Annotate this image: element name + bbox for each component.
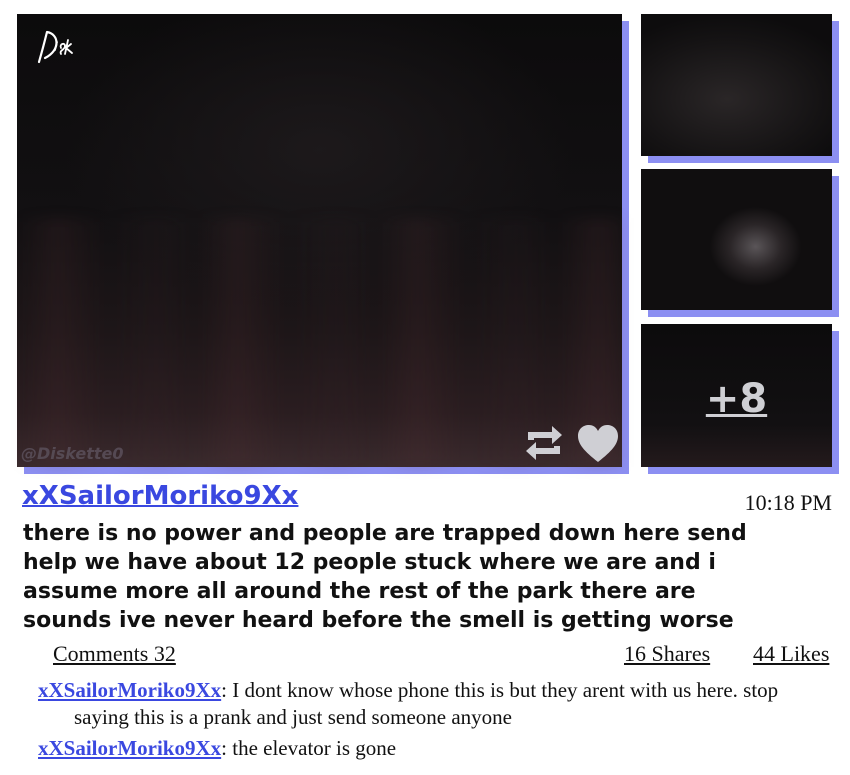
post-author-link[interactable]: xXSailorMoriko9Xx (22, 481, 298, 511)
thumbnail-more[interactable]: +8 (641, 324, 832, 467)
comment-text: the elevator is gone (232, 736, 397, 760)
thumbnail-1[interactable] (641, 14, 832, 156)
comments-link[interactable]: Comments 32 (53, 641, 176, 667)
heart-icon[interactable] (576, 424, 620, 464)
repost-icon[interactable] (522, 424, 566, 462)
more-photos-count[interactable]: +8 (641, 376, 832, 422)
shares-link[interactable]: 16 Shares (624, 641, 710, 667)
watermark: @Diskette0 (21, 444, 124, 463)
thumbnail-2[interactable] (641, 169, 832, 310)
comment-author-link[interactable]: xXSailorMoriko9Xx (38, 736, 221, 760)
comment-author-link[interactable]: xXSailorMoriko9Xx (38, 678, 221, 702)
comment: xXSailorMoriko9Xx: the elevator is gone (38, 736, 397, 760)
main-photo[interactable]: @Diskette0 (17, 14, 622, 467)
likes-link[interactable]: 44 Likes (753, 641, 829, 667)
post-time: 10:18 PM (744, 490, 832, 515)
post-text: there is no power and people are trapped… (23, 521, 747, 633)
comment: xXSailorMoriko9Xx: I dont know whose pho… (38, 678, 779, 729)
disk-logo (37, 30, 73, 64)
